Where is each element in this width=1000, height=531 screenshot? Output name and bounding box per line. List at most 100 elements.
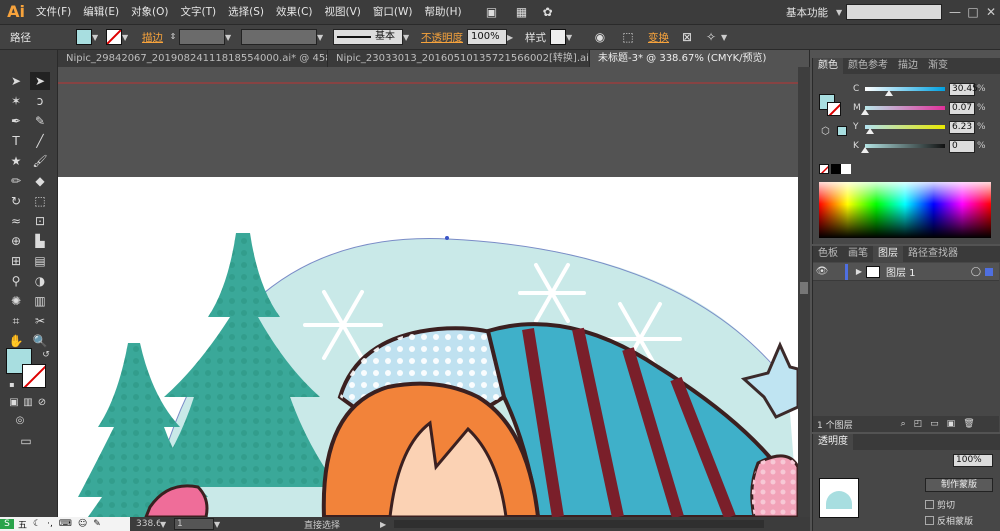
chevron-down-icon[interactable]: ▼ — [836, 8, 846, 17]
stroke-swatch[interactable] — [106, 29, 122, 45]
chevron-right-icon[interactable]: ▶ — [380, 520, 390, 529]
options-icon[interactable]: ✧ — [701, 27, 721, 47]
none-swatch[interactable] — [819, 164, 829, 174]
channel-y-value[interactable]: 6.23 — [949, 120, 975, 134]
target-icon[interactable]: ◯ — [971, 267, 981, 277]
chart-tool-icon[interactable]: ▙ — [30, 232, 50, 250]
new-sublayer-icon[interactable]: ▭ — [930, 419, 939, 429]
draw-mode-icon[interactable]: ◎ — [10, 412, 30, 430]
slider-knob[interactable] — [885, 90, 894, 96]
eye-icon[interactable]: 👁 — [813, 266, 831, 277]
gradient-tool-icon[interactable]: ▤ — [30, 252, 50, 270]
clipping-mask-icon[interactable]: ◰ — [914, 419, 923, 429]
tab-gradient[interactable]: 渐变 — [923, 58, 953, 74]
swap-colors-icon[interactable]: ↺ — [36, 346, 56, 364]
stroke-link[interactable]: 描边 — [138, 30, 167, 45]
menu-effect[interactable]: 效果(C) — [270, 0, 319, 24]
screen-mode-icon[interactable]: ▭ — [16, 432, 36, 450]
channel-y-slider[interactable] — [865, 125, 945, 134]
expand-icon[interactable]: ▶ — [852, 267, 866, 276]
chevron-down-icon[interactable]: ▼ — [160, 520, 170, 529]
bridge-icon[interactable]: ▣ — [482, 2, 502, 22]
chevron-down-icon[interactable]: ▼ — [721, 33, 731, 42]
checkbox-icon[interactable] — [925, 516, 934, 525]
column-graph-tool-icon[interactable]: ▥ — [30, 292, 50, 310]
new-layer-icon[interactable]: ▣ — [947, 419, 956, 429]
tab-transparency[interactable]: 透明度 — [813, 434, 853, 450]
shape-builder-tool-icon[interactable]: ⊕ — [6, 232, 26, 250]
make-mask-button[interactable]: 制作蒙版 — [925, 478, 993, 492]
tab-layers[interactable]: 图层 — [873, 246, 903, 262]
stroke-weight-field[interactable] — [179, 29, 225, 45]
menu-help[interactable]: 帮助(H) — [419, 0, 468, 24]
menu-file[interactable]: 文件(F) — [30, 0, 77, 24]
page-field[interactable]: 1 — [174, 518, 214, 530]
menu-view[interactable]: 视图(V) — [319, 0, 367, 24]
star-tool-icon[interactable]: ★ — [6, 152, 26, 170]
default-colors-icon[interactable]: ▪ — [2, 376, 22, 394]
chevron-down-icon[interactable]: ▼ — [214, 520, 224, 529]
paintbrush-tool-icon[interactable]: 🖌 — [30, 152, 50, 170]
rotate-tool-icon[interactable]: ↻ — [6, 192, 26, 210]
pen-tool-icon[interactable]: ✒ — [6, 112, 26, 130]
menu-type[interactable]: 文字(T) — [175, 0, 223, 24]
type-tool-icon[interactable]: T — [6, 132, 26, 150]
white-swatch[interactable] — [841, 164, 851, 174]
tab-color-guide[interactable]: 颜色参考 — [843, 58, 893, 74]
locate-object-icon[interactable]: ⌕ — [901, 419, 906, 429]
menu-window[interactable]: 窗口(W) — [367, 0, 419, 24]
fill-swatch[interactable] — [76, 29, 92, 45]
stroke-profile-field[interactable]: 基本 — [333, 29, 403, 45]
direct-selection-tool-icon[interactable]: ➤ — [30, 72, 50, 90]
menu-edit[interactable]: 编辑(E) — [77, 0, 125, 24]
magic-wand-tool-icon[interactable]: ✶ — [6, 92, 26, 110]
recolor-icon[interactable]: ◉ — [590, 27, 610, 47]
opacity-link[interactable]: 不透明度 — [417, 30, 467, 45]
channel-c-slider[interactable] — [865, 87, 945, 96]
slider-knob[interactable] — [861, 147, 869, 153]
gpu-performance-icon[interactable]: ✿ — [538, 2, 558, 22]
chevron-down-icon[interactable]: ▼ — [122, 33, 132, 42]
scroll-thumb[interactable] — [800, 282, 808, 294]
line-tool-icon[interactable]: ╱ — [30, 132, 50, 150]
black-swatch[interactable] — [831, 164, 841, 174]
channel-c-value[interactable]: 30.45 — [949, 82, 978, 96]
free-transform-tool-icon[interactable]: ⊡ — [30, 212, 50, 230]
transform-link[interactable]: 变换 — [644, 30, 673, 45]
slice-tool-icon[interactable]: ✂ — [30, 312, 50, 330]
stroke-weight-stepper[interactable]: ⇕ — [167, 27, 179, 47]
selection-tool-icon[interactable]: ➤ — [6, 72, 26, 90]
curvature-tool-icon[interactable]: ✎ — [30, 112, 50, 130]
lasso-tool-icon[interactable]: ↄ — [30, 92, 50, 110]
vertical-scrollbar[interactable] — [798, 67, 810, 517]
scale-tool-icon[interactable]: ⬚ — [30, 192, 50, 210]
zoom-field[interactable]: 338.67% — [136, 519, 160, 529]
isolate-icon[interactable]: ⊠ — [677, 27, 697, 47]
workspace-switcher[interactable]: 基本功能 — [786, 5, 828, 20]
slider-knob[interactable] — [865, 128, 874, 134]
tab-document-3[interactable]: 未标题-3* @ 338.67% (CMYK/预览) — [590, 50, 810, 67]
invert-mask-checkbox[interactable]: 反相蒙版 — [925, 514, 973, 527]
selection-indicator[interactable] — [985, 267, 993, 276]
checkbox-icon[interactable] — [925, 500, 934, 509]
eraser-tool-icon[interactable]: ◆ — [30, 172, 50, 190]
tab-pathfinder[interactable]: 路径查找器 — [903, 246, 963, 262]
chevron-down-icon[interactable]: ▼ — [566, 33, 576, 42]
clip-checkbox[interactable]: 剪切 — [925, 498, 955, 511]
style-swatch[interactable] — [550, 29, 566, 45]
color-spectrum[interactable] — [819, 182, 991, 238]
eyedropper-tool-icon[interactable]: ⚲ — [6, 272, 26, 290]
mesh-tool-icon[interactable]: ⊞ — [6, 252, 26, 270]
pencil-tool-icon[interactable]: ✏ — [6, 172, 26, 190]
symbol-sprayer-tool-icon[interactable]: ✺ — [6, 292, 26, 310]
slider-knob[interactable] — [861, 109, 870, 115]
canvas[interactable] — [58, 67, 798, 517]
tab-document-2[interactable]: Nipic_23033013_20160510135721566002[转换].… — [328, 50, 590, 67]
last-color-swatch[interactable] — [837, 126, 847, 136]
variable-width-field[interactable] — [241, 29, 317, 45]
menu-object[interactable]: 对象(O) — [125, 0, 174, 24]
close-icon[interactable]: ✕ — [982, 3, 1000, 21]
tab-brushes[interactable]: 画笔 — [843, 246, 873, 262]
opacity-field[interactable]: 100% — [467, 29, 507, 45]
channel-k-value[interactable]: 0 — [949, 139, 975, 153]
